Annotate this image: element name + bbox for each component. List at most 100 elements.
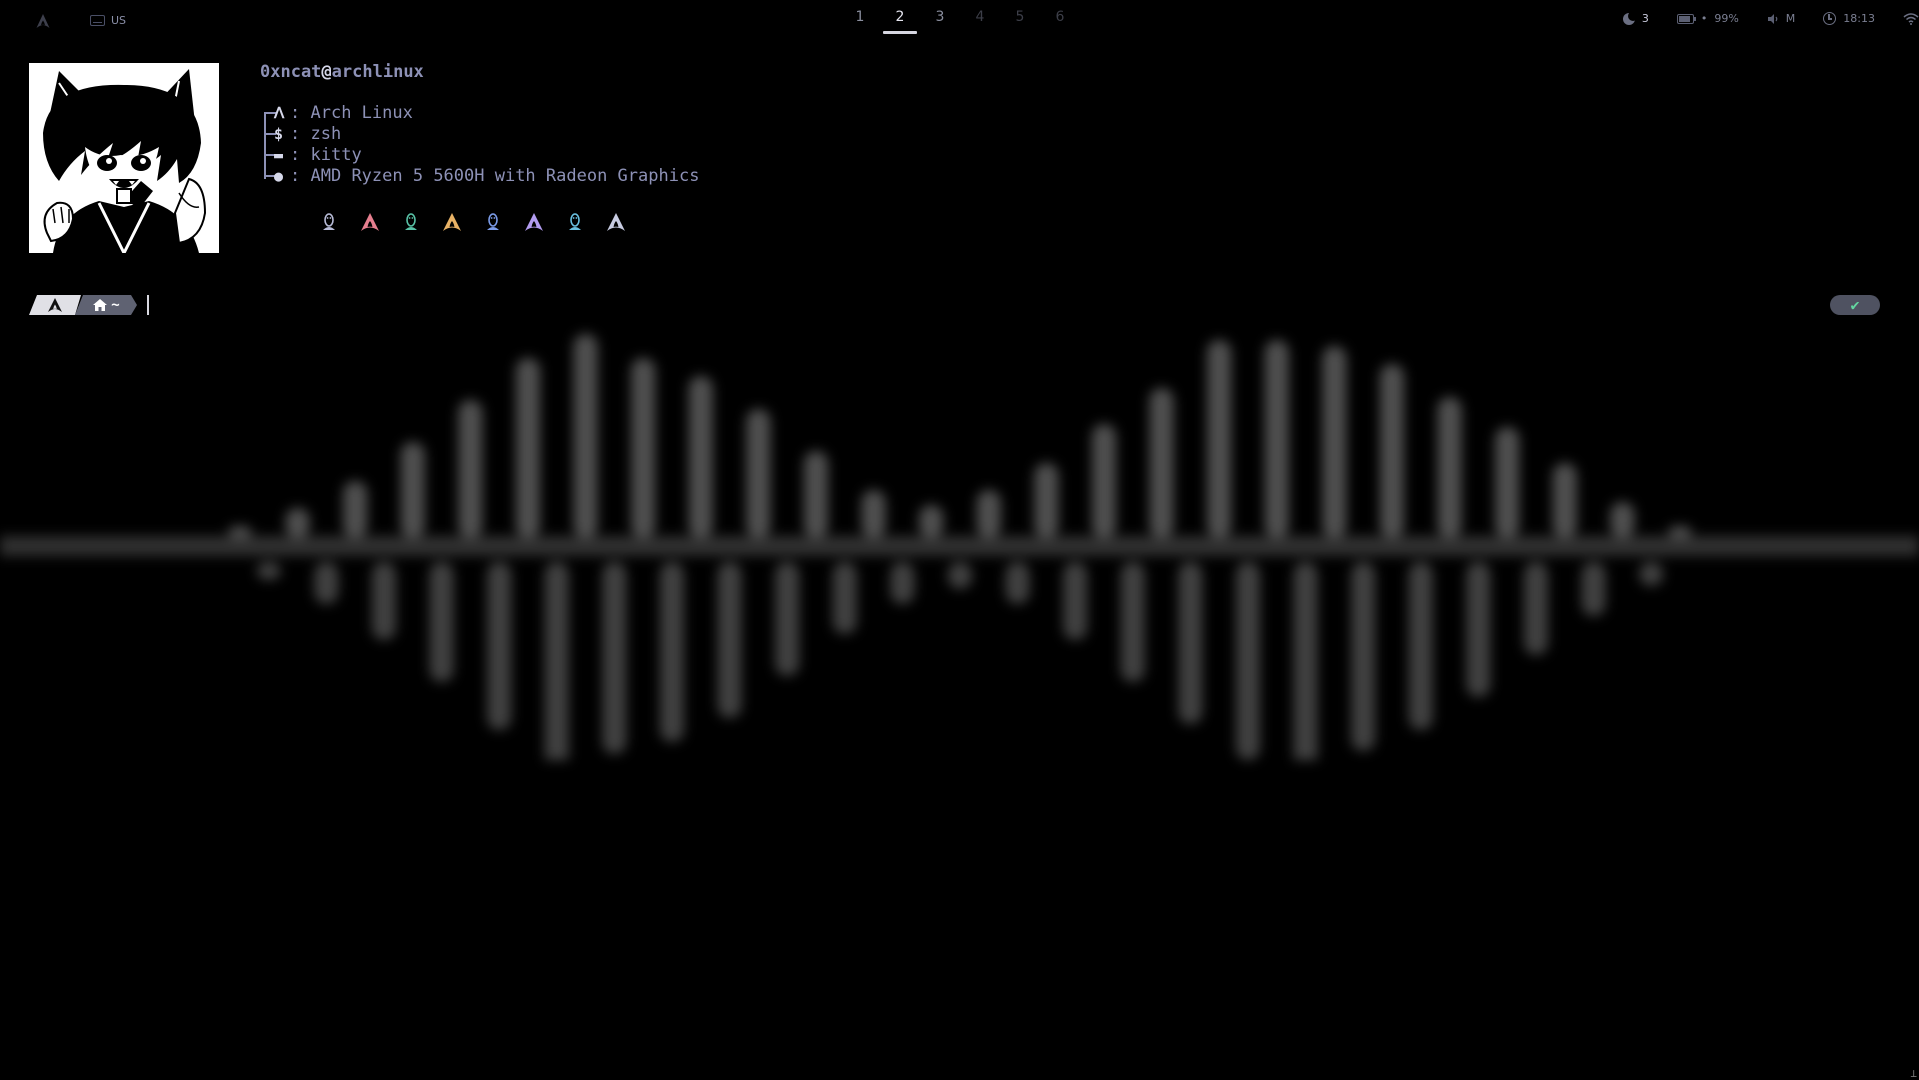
visualizer-bar-bottom [1524,562,1548,655]
arch-color-icon [605,212,627,232]
visualizer-bar-top [343,481,368,538]
visualizer-bar-bottom [1351,562,1376,751]
clock-module[interactable]: 18:13 [1823,12,1875,25]
moon-icon [1622,10,1638,25]
hostname: archlinux [331,62,424,82]
visualizer-bar-bottom [256,562,281,580]
visualizer-bar-bottom [832,562,857,634]
visualizer-bar-top [804,451,828,538]
visualizer-bar-top [1610,502,1635,538]
tux-color-icon [400,212,422,232]
color-palette [318,212,627,232]
visualizer-bar-top [631,358,656,538]
visualizer-bar-top [400,442,425,538]
updates-module[interactable]: 3 [1622,10,1649,25]
battery-module[interactable]: • 99% [1676,12,1739,25]
visualizer-baseline [0,536,1919,556]
visualizer-bar-top [919,505,944,538]
visualizer-bar-bottom [372,562,396,640]
visualizer-bar-top [516,358,540,538]
fetch-rows: ᐱ : Arch Linux $ : zsh ▬ : kitty ● : AMD… [260,103,699,187]
visualizer-bar-bottom [487,562,512,730]
tux-color-icon [482,212,504,232]
speaker-icon [1767,13,1778,24]
workspace-2[interactable]: 2 [880,0,920,35]
visualizer-bar-bottom [1178,562,1203,724]
network-module[interactable] [1903,12,1919,25]
cpu-value: AMD Ryzen 5 5600H with Radeon Graphics [310,166,700,186]
visualizer-bar-top [1495,427,1520,538]
visualizer-bar-top [1207,340,1232,538]
at-sign: @ [321,62,332,82]
visualizer-bar-top [1034,463,1059,538]
separator: : [290,103,301,123]
visualizer-bar-bottom [1293,562,1318,760]
separator: : [290,145,301,165]
arch-logo-icon[interactable] [35,13,51,29]
workspace-3[interactable]: 3 [920,0,960,35]
visualizer-bar-bottom [1466,562,1491,697]
shell-icon: $ [274,125,284,143]
visualizer-bar-bottom [602,562,627,754]
visualizer-bar-bottom [429,562,454,682]
volume-module[interactable]: M [1767,12,1795,25]
audio-visualizer [0,300,1919,760]
arch-color-icon [359,212,381,232]
visualizer-bar-top [746,409,771,538]
arch-color-icon [523,212,545,232]
visualizer-bar-top [1322,346,1347,538]
keyboard-icon [90,15,105,26]
visualizer-bar-top [1437,397,1462,538]
workspace-4[interactable]: 4 [960,0,1000,35]
visualizer-bar-top [1092,424,1116,538]
wifi-icon [1903,12,1919,25]
visualizer-bar-top [1380,364,1404,538]
visualizer-bar-top [1149,388,1174,538]
visualizer-bar-top [1264,340,1289,538]
top-bar: US 1 2 3 4 5 6 3 • 99% M 18:13 [0,0,1919,40]
visualizer-bar-bottom [1236,562,1260,760]
user-host-line: 0xncat@archlinux [260,62,699,83]
visualizer-bar-top [458,400,483,538]
os-value: Arch Linux [310,103,413,123]
fetch-row-terminal: ▬ : kitty [260,145,699,166]
cpu-icon: ● [274,167,284,185]
tux-color-icon [318,212,340,232]
visualizer-bar-top [1668,526,1692,538]
visualizer-bar-bottom [717,562,742,718]
visualizer-bar-bottom [775,562,800,676]
shell-value: zsh [310,124,342,144]
visualizer-bar-top [573,334,598,538]
separator: : [290,166,301,186]
visualizer-bar-bottom [314,562,339,604]
battery-level: 99% [1714,12,1739,25]
visualizer-bar-top [861,490,886,538]
keyboard-layout-indicator[interactable]: US [90,14,126,27]
visualizer-bar-top [1552,463,1577,538]
visualizer-canvas [0,334,1919,760]
battery-icon [1676,13,1696,24]
status-modules: 3 • 99% M 18:13 [1622,10,1919,25]
workspace-switcher: 1 2 3 4 5 6 [840,0,1080,35]
visualizer-bar-bottom [1063,562,1088,640]
arch-color-icon [441,212,463,232]
visualizer-bar-bottom [1408,562,1433,730]
clock-icon [1823,12,1837,25]
visualizer-bar-bottom [1005,562,1030,604]
fetch-info: 0xncat@archlinux ᐱ : Arch Linux $ : zsh … [260,62,699,187]
username: 0xncat [260,62,322,82]
visualizer-bar-bottom [1120,562,1145,682]
workspace-5[interactable]: 5 [1000,0,1040,35]
workspace-1[interactable]: 1 [840,0,880,35]
fetch-row-shell: $ : zsh [260,124,699,145]
anime-catboy-drawing [29,63,219,253]
terminal-icon: ▬ [274,146,284,164]
workspace-6[interactable]: 6 [1040,0,1080,35]
updates-count: 3 [1641,12,1649,25]
clock-time: 18:13 [1843,12,1875,25]
corner-glyph: ⊥ [1910,1067,1917,1080]
visualizer-bar-top [688,376,713,538]
keyboard-layout-label: US [111,14,127,27]
visualizer-bar-bottom [890,562,915,604]
arch-icon: ᐱ [274,104,285,122]
